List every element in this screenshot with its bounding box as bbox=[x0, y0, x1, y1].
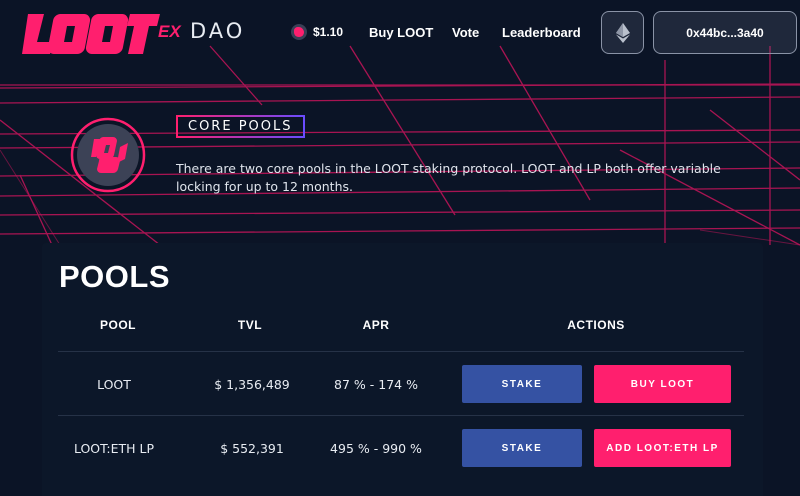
stake-lp-button[interactable]: STAKE bbox=[462, 429, 582, 467]
wallet-button[interactable]: 0x44bc...3a40 bbox=[653, 11, 797, 54]
pool-name-loot: LOOT bbox=[97, 377, 131, 392]
pool-tvl-lp: $ 552,391 bbox=[220, 441, 284, 456]
logo-ex: EX bbox=[158, 22, 181, 41]
pools-title: POOLS bbox=[59, 259, 171, 294]
nav-vote[interactable]: Vote bbox=[452, 25, 479, 40]
ethereum-icon bbox=[615, 22, 630, 43]
core-pools-description: There are two core pools in the LOOT sta… bbox=[176, 161, 721, 194]
column-header-actions: ACTIONS bbox=[567, 318, 625, 332]
nav-buy-loot[interactable]: Buy LOOT bbox=[369, 25, 433, 40]
loot-logo[interactable] bbox=[20, 10, 160, 56]
column-header-apr: APR bbox=[362, 318, 390, 332]
row-divider bbox=[58, 415, 744, 416]
buy-loot-button[interactable]: BUY LOOT bbox=[594, 365, 731, 403]
loot-token-icon bbox=[291, 24, 307, 40]
pool-name-lp: LOOT:ETH LP bbox=[73, 441, 155, 456]
add-lp-button[interactable]: ADD LOOT:ETH LP bbox=[594, 429, 731, 467]
column-header-tvl: TVL bbox=[237, 318, 263, 332]
pool-apr-lp: 495 % - 990 % bbox=[330, 441, 422, 456]
core-pools-badge: CORE POOLS bbox=[176, 115, 305, 138]
stake-loot-button[interactable]: STAKE bbox=[462, 365, 582, 403]
token-price: $1.10 bbox=[291, 24, 343, 40]
network-button[interactable] bbox=[601, 11, 644, 54]
nav-leaderboard[interactable]: Leaderboard bbox=[502, 25, 581, 40]
core-pools-logo bbox=[70, 117, 146, 193]
column-header-pool: POOL bbox=[99, 318, 136, 332]
logo-dao: DAO bbox=[190, 19, 246, 43]
price-value: $1.10 bbox=[313, 25, 344, 39]
pool-tvl-loot: $ 1,356,489 bbox=[214, 377, 290, 392]
pool-apr-loot: 87 % - 174 % bbox=[334, 377, 418, 392]
row-divider bbox=[58, 351, 744, 352]
